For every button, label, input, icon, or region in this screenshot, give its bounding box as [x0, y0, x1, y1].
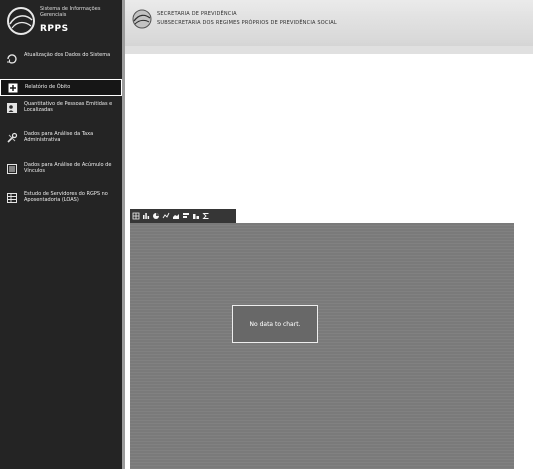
brand: Sistema de Informações Gerenciais RPPS	[0, 0, 122, 46]
no-data-message: No data to chart.	[232, 305, 318, 343]
sidebar-item-label: Estudo de Servidores do RGPS no Aposenta…	[24, 191, 108, 203]
header-subtitle: SUBSECRETARIA DOS REGIMES PRÓPRIOS DE PR…	[157, 20, 337, 26]
sidebar-item-estudo-servidores[interactable]: Estudo de Servidores do RGPS no Aposenta…	[0, 191, 122, 203]
globe-logo-icon	[7, 7, 35, 35]
tools-icon	[7, 132, 18, 143]
brand-subtitle: Sistema de Informações Gerenciais	[40, 6, 101, 18]
line-chart-icon[interactable]	[162, 212, 170, 220]
pie-chart-icon[interactable]	[152, 212, 160, 220]
column-chart-icon[interactable]	[192, 212, 200, 220]
header: SECRETARIA DE PREVIDÊNCIA SUBSECRETARIA …	[125, 0, 533, 54]
sidebar-item-atualizacao[interactable]: Atualização dos Dados do Sistema	[0, 52, 122, 64]
sidebar-item-quantitativo[interactable]: Quantitativo de Pessoas Emitidas e Local…	[0, 101, 122, 113]
header-title: SECRETARIA DE PREVIDÊNCIA	[157, 11, 237, 17]
chart-area	[130, 223, 514, 469]
sidebar-item-label: Atualização dos Dados do Sistema	[24, 52, 111, 58]
previdencia-logo-icon	[132, 9, 152, 29]
sidebar-item-label: Relatório de Óbito	[25, 84, 71, 90]
sidebar-item-taxa-administrativa[interactable]: Dados para Análise da Taxa Administrativ…	[0, 131, 122, 143]
brand-title: RPPS	[40, 24, 69, 34]
bar-chart-icon[interactable]	[142, 212, 150, 220]
sigma-icon[interactable]	[202, 212, 210, 220]
refresh-icon	[7, 54, 17, 64]
table-icon	[7, 193, 17, 203]
sidebar-item-label: Dados para Análise de Acúmulo de Vínculo…	[24, 162, 112, 174]
sidebar: Sistema de Informações Gerenciais RPPS A…	[0, 0, 125, 469]
chart-toolbar	[130, 209, 236, 223]
sidebar-item-acumulo-vinculos[interactable]: Dados para Análise de Acúmulo de Vínculo…	[0, 162, 122, 174]
sidebar-item-relatorio-obito[interactable]: Relatório de Óbito	[0, 79, 122, 96]
document-plus-icon	[8, 83, 18, 93]
users-icon	[7, 103, 17, 113]
list-icon	[7, 164, 17, 174]
sidebar-item-label: Quantitativo de Pessoas Emitidas e Local…	[24, 101, 113, 113]
area-chart-icon[interactable]	[172, 212, 180, 220]
grid-icon[interactable]	[132, 212, 140, 220]
stacked-bar-icon[interactable]	[182, 212, 190, 220]
sidebar-item-label: Dados para Análise da Taxa Administrativ…	[24, 131, 94, 143]
no-data-text: No data to chart.	[249, 320, 301, 328]
